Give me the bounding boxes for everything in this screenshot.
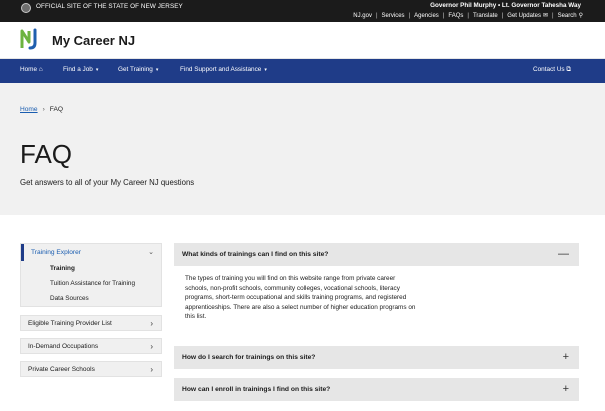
nj-seal-icon [21,3,31,13]
link-separator: | [408,12,411,19]
main-nav: Home ⌂ Find a Job ▾ Get Training ▾ Find Su… [0,59,605,83]
faq-question-button[interactable]: How can I enroll in trainings I find on … [174,378,579,401]
nav-get-training[interactable]: Get Training ▾ [118,66,158,73]
link-separator: | [442,12,445,19]
link-separator: | [375,12,378,19]
sidebar-subitem-data-sources[interactable]: Data Sources [21,291,161,306]
faq-question-button[interactable]: What kinds of trainings can I find on th… [174,243,579,266]
faq-answer: The types of training you will find on t… [174,266,579,328]
nav-find-support-label: Find Support and Assistance [180,66,262,73]
faq-question-button[interactable]: How do I search for trainings on this si… [174,346,579,369]
sidebar-item-label: Private Career Schools [28,366,95,373]
site-name[interactable]: My Career NJ [52,33,135,48]
external-link-icon: ⧉ [566,66,571,73]
home-icon: ⌂ [38,66,43,73]
caret-down-icon: ▾ [155,67,159,73]
sidebar-group-training-explorer: Training Explorer ⌄ Training Tuition Ass… [20,243,162,307]
nj-gov-link[interactable]: NJ.gov [353,13,372,19]
sidebar-nav: Training Explorer ⌄ Training Tuition Ass… [20,243,162,377]
faq-item: How do I search for trainings on this si… [174,346,579,369]
mail-icon: ✉ [542,13,549,19]
nav-get-training-label: Get Training [118,66,153,73]
breadcrumb-home[interactable]: Home [20,106,38,113]
faq-question-text: How can I enroll in trainings I find on … [182,386,331,393]
nav-home[interactable]: Home ⌂ [20,66,43,73]
faq-answer-text: The types of training you will find on t… [185,275,416,321]
contact-us-label: Contact Us [533,66,565,73]
contact-us-link[interactable]: Contact Us ⧉ [533,66,571,74]
breadcrumb: Home › FAQ [20,106,63,113]
nav-find-a-job[interactable]: Find a Job ▾ [63,66,98,73]
sidebar-item-private-career-schools[interactable]: Private Career Schools › [20,361,162,377]
sidebar-item-label: Training Explorer [31,249,81,256]
services-link[interactable]: Services [382,13,405,19]
chevron-right-icon: › [150,342,153,351]
get-updates-link[interactable]: Get Updates ✉ [507,12,548,19]
governor-text: Governor Phil Murphy • Lt. Governor Tahe… [430,2,581,9]
faq-item: How can I enroll in trainings I find on … [174,378,579,401]
sidebar-item-label: Eligible Training Provider List [28,320,112,327]
my-career-nj-logo[interactable] [20,28,41,50]
link-separator: | [501,12,504,19]
get-updates-label: Get Updates [507,13,541,19]
caret-down-icon: ▾ [95,67,99,73]
plus-icon: + [562,351,569,363]
faqs-link[interactable]: FAQs [448,13,463,19]
search-icon: ⚲ [578,13,583,19]
plus-icon: + [562,383,569,395]
page-subtitle: Get answers to all of your My Career NJ … [20,178,195,187]
link-separator: | [467,12,469,19]
faq-question-text: What kinds of trainings can I find on th… [182,251,329,258]
breadcrumb-current: FAQ [49,106,63,113]
faq-question-text: How do I search for trainings on this si… [182,354,316,361]
sidebar-item-eligible-training-provider-list[interactable]: Eligible Training Provider List › [20,315,162,331]
link-separator: | [552,12,554,19]
minus-icon: — [558,248,569,260]
chevron-right-icon: › [42,106,45,113]
page-title: FAQ [20,139,73,169]
official-site-text: OFFICIAL SITE OF THE STATE OF NEW JERSEY [36,3,183,10]
sidebar-item-label: In-Demand Occupations [28,343,99,350]
faq-item: What kinds of trainings can I find on th… [174,243,579,328]
state-banner: OFFICIAL SITE OF THE STATE OF NEW JERSEY… [0,0,605,22]
sidebar-subitem-training[interactable]: Training [21,261,161,276]
search-link[interactable]: Search ⚲ [558,12,583,19]
agencies-link[interactable]: Agencies [414,13,439,19]
search-label: Search [557,13,577,19]
page-hero: Home › FAQ FAQ Get answers to all of your … [0,83,605,215]
sidebar-subitem-tuition-assistance[interactable]: Tuition Assistance for Training [21,276,161,291]
sidebar-item-training-explorer[interactable]: Training Explorer ⌄ [21,244,161,261]
nav-home-label: Home [20,66,38,73]
chevron-right-icon: › [150,365,153,374]
translate-link[interactable]: Translate [473,13,498,19]
caret-down-icon: ▾ [264,67,267,73]
chevron-down-icon: ⌄ [148,249,154,256]
sidebar-item-in-demand-occupations[interactable]: In-Demand Occupations › [20,338,162,354]
brand-header: My Career NJ [0,22,605,59]
state-links: NJ.gov | Services | Agencies | FAQs | Tr… [353,12,583,20]
chevron-right-icon: › [150,319,153,328]
nav-find-a-job-label: Find a Job [63,66,93,73]
nav-find-support[interactable]: Find Support and Assistance ▾ [180,66,267,73]
